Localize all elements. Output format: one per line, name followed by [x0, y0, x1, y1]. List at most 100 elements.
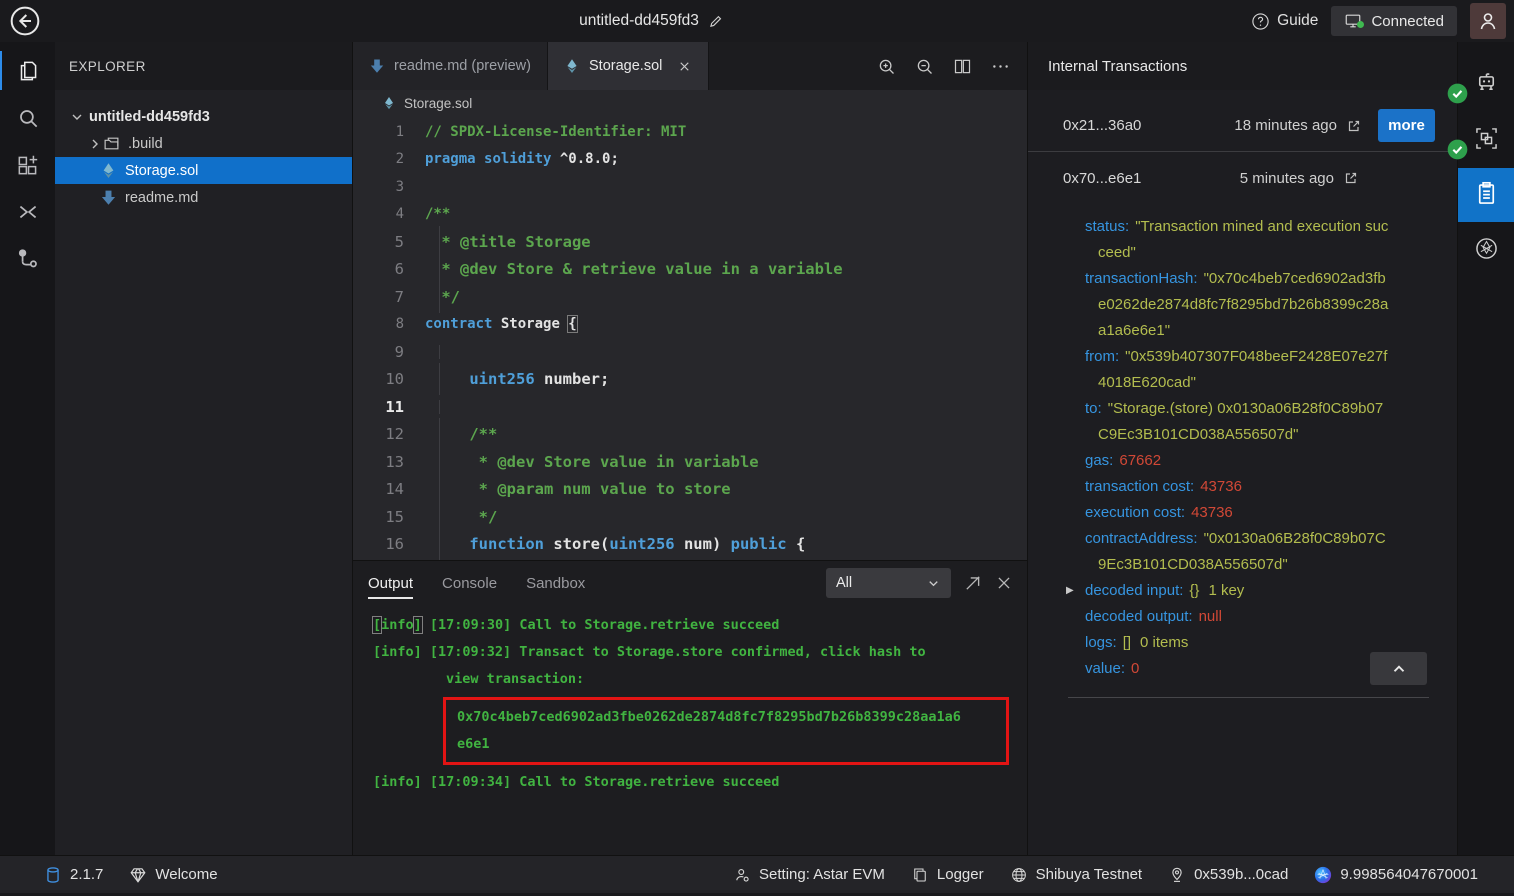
project-title-text: untitled-dd459fd3: [579, 12, 699, 30]
code-text: * @title Storage: [432, 233, 1027, 251]
tab-storage-sol[interactable]: Storage.sol: [548, 42, 709, 90]
expand-arrow-icon[interactable]: ▶: [1066, 578, 1074, 604]
line-number: 9: [353, 343, 425, 361]
log-filter-select[interactable]: All: [826, 568, 951, 598]
activity-merge-button[interactable]: [0, 188, 55, 235]
user-avatar[interactable]: [1470, 3, 1506, 39]
status-setting[interactable]: Setting: Astar EVM: [733, 866, 885, 884]
tree-item-readme-md[interactable]: readme.md: [55, 184, 352, 211]
log-list: [info] [17:09:30] Call to Storage.retrie…: [353, 605, 1027, 855]
status-balance[interactable]: 9.998564047670001: [1314, 866, 1478, 884]
line-number: 3: [353, 179, 425, 195]
detail-value: 0: [1131, 660, 1139, 677]
astar-icon: [1314, 866, 1332, 884]
code-text: /**: [432, 425, 1027, 443]
connected-status-dot: [1357, 21, 1364, 28]
tree-item-storage-sol[interactable]: Storage.sol: [55, 157, 352, 184]
code-text: function store(uint256 num) public {: [432, 535, 1027, 553]
tree-item-build[interactable]: .build: [55, 130, 352, 157]
code-line-3: 3: [353, 173, 1027, 201]
zoom-in-icon[interactable]: [876, 56, 897, 77]
activity-git-branch-button[interactable]: [0, 235, 55, 282]
zoom-out-icon[interactable]: [914, 56, 935, 77]
code-editor[interactable]: Storage.sol 1// SPDX-License-Identifier:…: [353, 90, 1027, 560]
status-account[interactable]: 0x539b...0cad: [1168, 866, 1288, 884]
tx-hash-log-link[interactable]: 0x70c4beb7ced6902ad3fbe0262de2874d8fc7f8…: [443, 697, 1009, 765]
database-icon: [44, 866, 62, 884]
code-line-1: 1// SPDX-License-Identifier: MIT: [353, 118, 1027, 146]
edit-title-icon[interactable]: [708, 14, 723, 29]
detail-suffix: 1 key: [1208, 582, 1244, 599]
tx-detail-logs: logs:[]0 items: [1098, 630, 1393, 656]
code-line-10: 10 uint256 number;: [353, 366, 1027, 394]
status-setting-label: Setting: Astar EVM: [759, 866, 885, 883]
output-panel: Output Console Sandbox All [info] [17:09…: [353, 560, 1027, 855]
external-link-icon[interactable]: [1346, 118, 1362, 134]
split-editor-icon[interactable]: [952, 56, 973, 77]
tx-detail-status: status:"Transaction mined and execution …: [1098, 214, 1393, 266]
status-bar: 2.1.7 Welcome Setting: Astar EVM Logger Shi…: [0, 855, 1514, 893]
activity-bar: [0, 42, 55, 855]
search-icon: [15, 105, 41, 131]
close-tab-icon[interactable]: [677, 59, 692, 74]
top-bar-right: Guide Connected: [1251, 3, 1506, 39]
tab-readme-md[interactable]: readme.md (preview): [353, 42, 548, 90]
tx-detail-contractaddress: contractAddress:"0x0130a06B28f0C89b07C9E…: [1098, 526, 1393, 578]
activity-extensions-button[interactable]: [0, 141, 55, 188]
plugin-deploy-button[interactable]: [1458, 112, 1514, 168]
status-network[interactable]: Shibuya Testnet: [1010, 866, 1142, 884]
tx-detail-transactionhash: transactionHash:"0x70c4beb7ced6902ad3fbe…: [1098, 266, 1393, 344]
activity-files-button[interactable]: [0, 47, 55, 94]
status-logger[interactable]: Logger: [911, 866, 984, 884]
gem-icon: [129, 866, 147, 884]
close-panel-icon[interactable]: [995, 574, 1013, 592]
detail-key: logs:: [1085, 634, 1117, 651]
file-tree: untitled-dd459fd3.buildStorage.solreadme…: [55, 90, 352, 211]
line-number: 5: [353, 233, 425, 251]
more-actions-icon[interactable]: [990, 56, 1011, 77]
transaction-row-0x70-e6e1[interactable]: 0x70...e6e15 minutes ago: [1028, 152, 1457, 204]
chevron-down-icon[interactable]: [69, 109, 85, 125]
tx-detail-decoded-input: ▶decoded input:{}1 key: [1098, 578, 1393, 604]
code-text: * @dev Store value in variable: [432, 453, 1027, 471]
external-link-icon[interactable]: [1343, 170, 1359, 186]
tab-console[interactable]: Console: [442, 561, 497, 605]
guide-button[interactable]: Guide: [1251, 12, 1318, 31]
log-line: [info] [17:09:30] Call to Storage.retrie…: [373, 612, 1027, 639]
collapse-details-button[interactable]: [1370, 652, 1427, 685]
status-welcome[interactable]: Welcome: [129, 866, 217, 884]
plugin-clipboard-button[interactable]: [1458, 168, 1514, 222]
tab-sandbox[interactable]: Sandbox: [526, 561, 585, 605]
clear-output-icon[interactable]: [964, 574, 982, 592]
detail-key: status:: [1085, 218, 1129, 235]
openai-icon: [1473, 235, 1500, 266]
tree-item-untitled-dd459fd3[interactable]: untitled-dd459fd3: [55, 103, 352, 130]
tx-detail-gas: gas:67662: [1098, 448, 1393, 474]
copy-icon: [911, 866, 929, 884]
top-bar: untitled-dd459fd3 Guide Connected: [0, 0, 1514, 42]
plugin-openai-button[interactable]: [1458, 222, 1514, 278]
chevron-right-icon[interactable]: [87, 136, 103, 152]
log-line-continuation: view transaction:: [373, 666, 1027, 693]
code-area[interactable]: 1// SPDX-License-Identifier: MIT2pragma …: [353, 116, 1027, 560]
tx-detail-transaction-cost: transaction cost:43736: [1098, 474, 1393, 500]
log-filter-value: All: [836, 575, 852, 591]
status-bar-right: Setting: Astar EVM Logger Shibuya Testnet 0…: [733, 866, 1478, 884]
more-button[interactable]: more: [1378, 109, 1435, 142]
transaction-row-0x21-36a0[interactable]: 0x21...36a018 minutes agomore: [1028, 100, 1457, 152]
check-badge-icon: [1447, 139, 1468, 160]
breadcrumb[interactable]: Storage.sol: [353, 90, 1027, 116]
detail-value: []: [1123, 634, 1131, 651]
back-button[interactable]: [9, 5, 41, 37]
code-line-11: 11: [353, 393, 1027, 421]
code-line-15: 15 */: [353, 503, 1027, 531]
detail-key: decoded input:: [1085, 582, 1183, 599]
activity-search-button[interactable]: [0, 94, 55, 141]
tx-detail-value: value:0: [1098, 656, 1393, 682]
tab-output[interactable]: Output: [368, 561, 413, 605]
connected-button[interactable]: Connected: [1331, 6, 1457, 36]
folder-icon: [103, 135, 120, 152]
tx-hash-short: 0x21...36a0: [1063, 117, 1141, 134]
status-version-label: 2.1.7: [70, 866, 103, 883]
plugin-robot-button[interactable]: [1458, 56, 1514, 112]
